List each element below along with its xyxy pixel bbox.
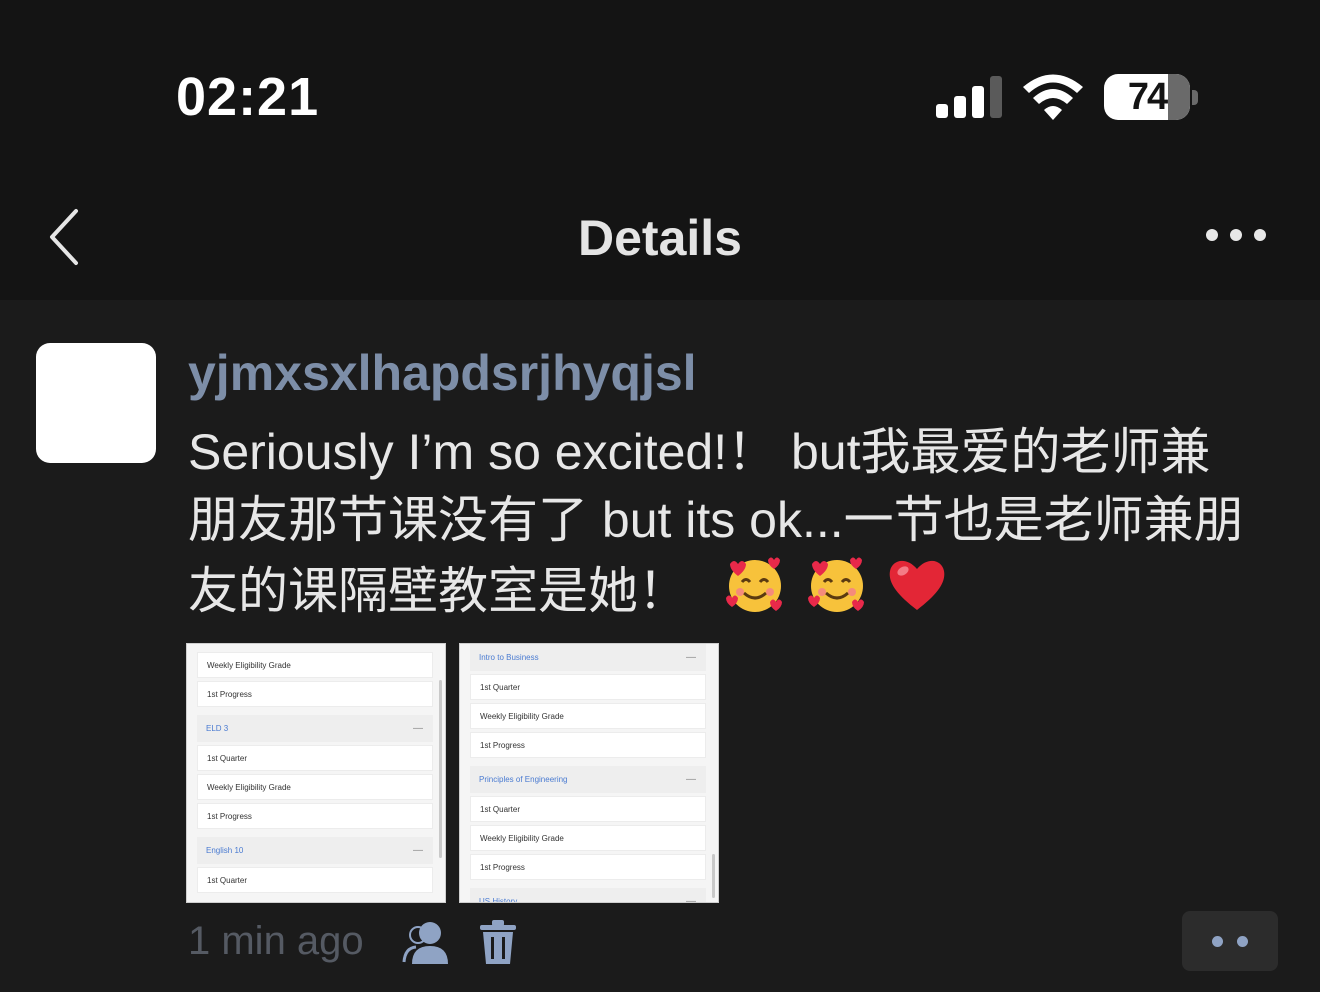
image-content: Intro to Business — 1st Quarter Weekly Elig…: [470, 644, 706, 903]
grade-row: 1st Progress: [470, 732, 706, 758]
post-detail: yjmxsxlhapdsrjhyqjsl Seriously I’m so ex…: [0, 300, 1320, 992]
status-bar: 02:21 74: [0, 0, 1320, 175]
grade-row: Weekly Eligibility Grade: [470, 825, 706, 851]
grade-row: 1st Quarter: [470, 674, 706, 700]
collapse-icon: —: [686, 896, 696, 903]
smiling-face-with-hearts-icon: [725, 557, 782, 612]
ellipsis-icon[interactable]: [1204, 223, 1268, 247]
course-section-header: Principles of Engineering —: [470, 766, 706, 793]
course-section-header: English 10 —: [197, 837, 433, 864]
collapse-icon: —: [413, 845, 423, 856]
post-text-line-content: 友的课隔壁教室是她！: [188, 563, 688, 619]
cellular-signal-icon: [936, 76, 1002, 118]
course-name: ELD 3: [206, 724, 229, 733]
course-name: US History: [479, 897, 518, 903]
image-content: Weekly Eligibility Grade 1st Progress ELD …: [197, 652, 433, 896]
page-title: Details: [578, 210, 742, 266]
post-text-line: Seriously I’m so excited!！ but我最爱的老师兼: [188, 424, 1211, 480]
post-timestamp: 1 min ago: [188, 919, 364, 963]
comment-icon[interactable]: [1182, 911, 1278, 971]
battery-icon: 74: [1104, 74, 1190, 120]
grade-row: 1st Quarter: [197, 745, 433, 771]
status-time: 02:21: [176, 67, 320, 127]
wifi-icon: [1023, 74, 1083, 120]
battery-percentage: 74: [1127, 76, 1168, 118]
post-username[interactable]: yjmxsxlhapdsrjhyqjsl: [188, 344, 697, 402]
grade-row: Weekly Eligibility Grade: [197, 652, 433, 678]
course-name: Principles of Engineering: [479, 775, 568, 784]
scrollbar: [439, 680, 442, 858]
attached-image-2[interactable]: Intro to Business — 1st Quarter Weekly Elig…: [459, 643, 719, 903]
collapse-icon: —: [413, 723, 423, 734]
course-section-header: Intro to Business —: [470, 644, 706, 671]
person-icon[interactable]: [402, 920, 450, 964]
post-body: Seriously I’m so excited!！ but我最爱的老师兼 朋友…: [188, 418, 1298, 633]
course-name: Intro to Business: [479, 653, 539, 662]
grade-row: 1st Quarter: [197, 867, 433, 893]
red-heart-icon: [889, 560, 945, 610]
course-section-header: ELD 3 —: [197, 715, 433, 742]
collapse-icon: —: [686, 652, 696, 663]
grade-row: 1st Progress: [470, 854, 706, 880]
grade-row: 1st Progress: [197, 803, 433, 829]
post-text-line: 朋友那节课没有了 but its ok...一节也是老师兼朋: [188, 492, 1244, 548]
grade-row: Weekly Eligibility Grade: [470, 703, 706, 729]
scrollbar: [712, 854, 715, 898]
navigation-bar: Details: [0, 175, 1320, 300]
grade-row: Weekly Eligibility Grade: [197, 774, 433, 800]
avatar[interactable]: [36, 343, 156, 463]
smiling-face-with-hearts-icon: [807, 557, 864, 612]
collapse-icon: —: [686, 774, 696, 785]
trash-icon[interactable]: [478, 920, 518, 964]
attached-image-1[interactable]: Weekly Eligibility Grade 1st Progress ELD …: [186, 643, 446, 903]
battery-tip: [1192, 90, 1198, 105]
grade-row: 1st Progress: [197, 681, 433, 707]
emoji-group: [724, 554, 948, 633]
post-text-line: 友的课隔壁教室是她！: [188, 554, 1298, 633]
course-section-header: US History —: [470, 888, 706, 903]
grade-row: 1st Quarter: [470, 796, 706, 822]
course-name: English 10: [206, 846, 244, 855]
